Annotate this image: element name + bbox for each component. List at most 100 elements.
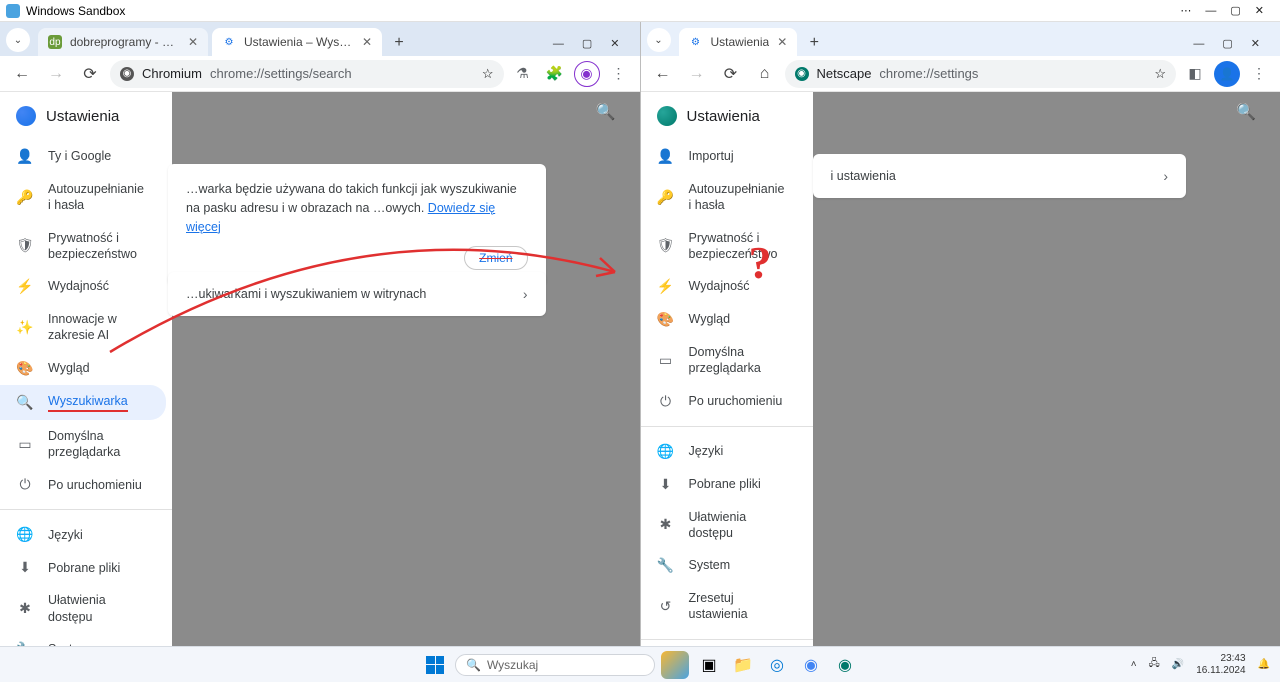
taskbar-search[interactable]: 🔍 Wyszukaj: [455, 654, 655, 676]
search-icon[interactable]: 🔍: [592, 98, 620, 126]
nav-icon: ⬇: [16, 559, 34, 576]
sidebar-item-wydajno-[interactable]: ⚡Wydajność: [0, 270, 166, 303]
settings-header: Ustawienia: [0, 92, 172, 140]
sidebar-item-wydajno-[interactable]: ⚡Wydajność: [641, 270, 807, 303]
profile-icon[interactable]: 👤: [1214, 61, 1240, 87]
close-icon[interactable]: ✕: [1255, 4, 1264, 17]
sidebar-item-j-zyki[interactable]: 🌐Języki: [641, 435, 807, 468]
sidebar-item-domy-lna-przegl-darka[interactable]: ▭Domyślna przeglądarka: [641, 336, 807, 385]
tab-search-button[interactable]: ⌄: [6, 28, 30, 52]
edge-icon[interactable]: ◎: [763, 651, 791, 679]
reload-button[interactable]: ⟳: [717, 60, 745, 88]
tab-strip: ⌄ ⚙ Ustawienia ✕ + — ▢ ✕: [641, 22, 1280, 56]
explorer-icon[interactable]: 📁: [729, 651, 757, 679]
chevron-up-icon[interactable]: ˄: [1131, 659, 1137, 670]
sidebar-item-u-atwienia-dost-pu[interactable]: ✱Ułatwienia dostępu: [641, 501, 807, 550]
change-button[interactable]: Zmień: [464, 246, 527, 270]
search-placeholder: Wyszukaj: [487, 658, 538, 672]
weather-widget[interactable]: [661, 651, 689, 679]
tab-settings[interactable]: ⚙ Ustawienia – Wyszukiwarka ✕: [212, 28, 382, 56]
nav-label: Wygląd: [689, 311, 791, 327]
omnibox[interactable]: ◉ Netscape chrome://settings ☆: [785, 60, 1177, 88]
sidebar-item-wyszukiwarka[interactable]: 🔍Wyszukiwarka: [0, 385, 166, 420]
forward-button[interactable]: →: [42, 60, 70, 88]
panel-icon[interactable]: ◧: [1182, 61, 1208, 87]
tab-dobreprogramy[interactable]: dp dobreprogramy - strona głów… ✕: [38, 28, 208, 56]
nav-icon: ✱: [16, 600, 34, 617]
more-icon[interactable]: ⋯: [1180, 4, 1191, 17]
sidebar-item-pobrane-pliki[interactable]: ⬇Pobrane pliki: [641, 468, 807, 501]
nav-label: Wyszukiwarka: [48, 393, 150, 412]
sidebar-item-wygl-d[interactable]: 🎨Wygląd: [641, 303, 807, 336]
sidebar-item-autouzupe-nianie-i-has-a[interactable]: 🔑Autouzupełnianie i hasła: [641, 173, 807, 222]
star-icon[interactable]: ☆: [1154, 66, 1166, 82]
profile-icon[interactable]: ◉: [574, 61, 600, 87]
speaker-icon[interactable]: 🔊: [1172, 659, 1184, 670]
back-button[interactable]: ←: [8, 60, 36, 88]
sidebar-item-system[interactable]: 🔧System: [0, 633, 166, 646]
minimize-icon[interactable]: —: [1193, 38, 1204, 50]
sidebar-item-domy-lna-przegl-darka[interactable]: ▭Domyślna przeglądarka: [0, 420, 166, 469]
start-button[interactable]: [421, 651, 449, 679]
sidebar-item-importuj[interactable]: 👤Importuj: [641, 140, 807, 173]
netscape-taskbar-icon[interactable]: ◉: [831, 651, 859, 679]
close-icon[interactable]: ✕: [610, 37, 619, 50]
right-browser-window: ⌄ ⚙ Ustawienia ✕ + — ▢ ✕ ← → ⟳ ⌂ ◉ Netsc…: [641, 22, 1280, 646]
home-button[interactable]: ⌂: [751, 60, 779, 88]
sidebar-item-wygl-d[interactable]: 🎨Wygląd: [0, 352, 166, 385]
reload-button[interactable]: ⟳: [76, 60, 104, 88]
sidebar-item-ty-i-google[interactable]: 👤 Ty i Google: [0, 140, 166, 173]
tab-close-icon[interactable]: ✕: [777, 35, 787, 49]
new-tab-button[interactable]: +: [801, 30, 827, 56]
nav-icon: 🛡: [16, 237, 34, 254]
manage-search-card[interactable]: …ukiwarkami i wyszukiwaniem w witrynach …: [168, 272, 546, 316]
sidebar-item-pobrane-pliki[interactable]: ⬇Pobrane pliki: [0, 551, 166, 584]
sidebar-item-u-atwienia-dost-pu[interactable]: ✱Ułatwienia dostępu: [0, 584, 166, 633]
tab-search-button[interactable]: ⌄: [647, 28, 671, 52]
nav-label: System: [689, 557, 791, 573]
tab-close-icon[interactable]: ✕: [188, 35, 198, 49]
maximize-icon[interactable]: ▢: [1230, 4, 1240, 17]
extensions-icon[interactable]: 🧩: [542, 61, 568, 87]
sidebar-item-po-uruchomieniu[interactable]: ⏻Po uruchomieniu: [641, 385, 807, 418]
settings-main: 🔍 i ustawienia ›: [813, 92, 1280, 646]
kebab-menu-icon[interactable]: ⋮: [1246, 61, 1272, 87]
sidebar-item-j-zyki[interactable]: 🌐Języki: [0, 518, 166, 551]
clock[interactable]: 23:43 16.11.2024: [1196, 653, 1245, 677]
network-icon[interactable]: 🖧: [1149, 656, 1160, 673]
nav-label: Pobrane pliki: [689, 476, 791, 492]
close-icon[interactable]: ✕: [1251, 37, 1260, 50]
nav-icon: 👤: [16, 148, 34, 165]
kebab-menu-icon[interactable]: ⋮: [606, 61, 632, 87]
sidebar-item-zresetuj-ustawienia[interactable]: ↺Zresetuj ustawienia: [641, 582, 807, 631]
back-button[interactable]: ←: [649, 60, 677, 88]
sidebar-item-system[interactable]: 🔧System: [641, 549, 807, 582]
nav-label: Prywatność i bezpieczeństwo: [689, 230, 791, 263]
labs-icon[interactable]: ⚗: [510, 61, 536, 87]
sidebar-item-po-uruchomieniu[interactable]: ⏻Po uruchomieniu: [0, 468, 166, 501]
settings-card[interactable]: i ustawienia ›: [813, 154, 1187, 198]
minimize-icon[interactable]: —: [1205, 5, 1216, 17]
annotation-question-mark: ?: [749, 236, 772, 289]
star-icon[interactable]: ☆: [482, 66, 494, 82]
search-icon[interactable]: 🔍: [1232, 98, 1260, 126]
chromium-taskbar-icon[interactable]: ◉: [797, 651, 825, 679]
notifications-icon[interactable]: 🔔: [1258, 659, 1270, 670]
nav-label: Ty i Google: [48, 148, 150, 164]
maximize-icon[interactable]: ▢: [1222, 37, 1232, 50]
tab-close-icon[interactable]: ✕: [362, 35, 372, 49]
site-icon: ◉: [795, 67, 809, 81]
omnibox[interactable]: ◉ Chromium chrome://settings/search ☆: [110, 60, 504, 88]
sidebar-item-prywatno-i-bezpiecze-stwo[interactable]: 🛡Prywatność i bezpieczeństwo: [641, 222, 807, 271]
sidebar-item-innowacje-w-zakresie-ai[interactable]: ✨Innowacje w zakresie AI: [0, 303, 166, 352]
sidebar-item-prywatno-i-bezpiecze-stwo[interactable]: 🛡Prywatność i bezpieczeństwo: [0, 222, 166, 271]
tab-settings[interactable]: ⚙ Ustawienia ✕: [679, 28, 798, 56]
sidebar-item-autouzupe-nianie-i-has-a[interactable]: 🔑Autouzupełnianie i hasła: [0, 173, 166, 222]
tab-label: Ustawienia – Wyszukiwarka: [244, 35, 354, 49]
browser-brand: Netscape: [817, 66, 872, 81]
new-tab-button[interactable]: +: [386, 30, 412, 56]
maximize-icon[interactable]: ▢: [582, 37, 592, 50]
forward-button[interactable]: →: [683, 60, 711, 88]
task-view-icon[interactable]: ▣: [695, 651, 723, 679]
minimize-icon[interactable]: —: [553, 38, 564, 50]
